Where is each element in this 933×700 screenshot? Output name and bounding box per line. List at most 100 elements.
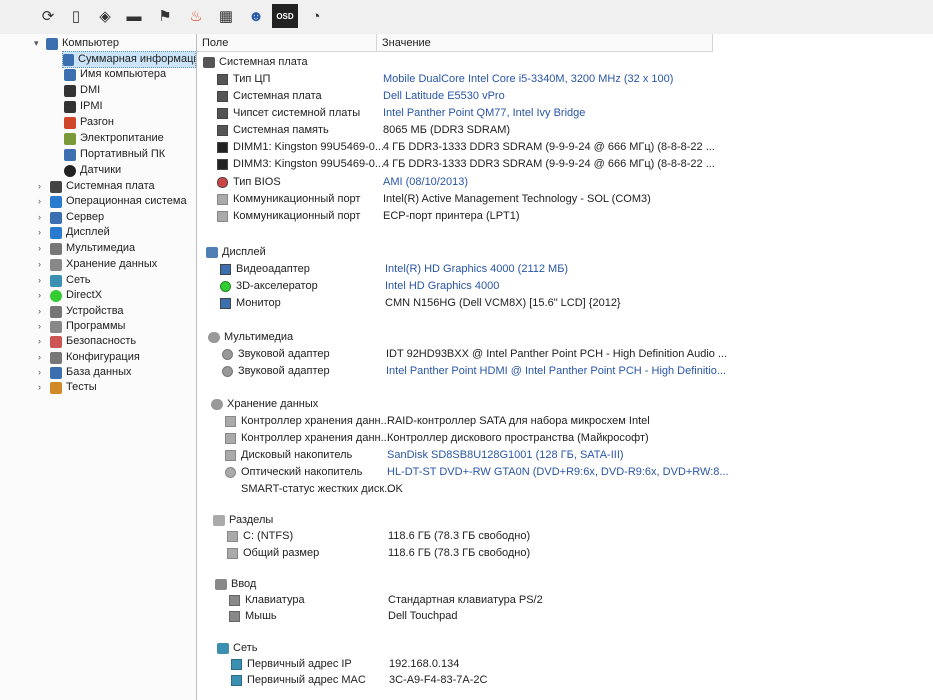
table-row[interactable]: Системная память 8065 МБ (DDR3 SDRAM) — [217, 122, 917, 138]
calendar-icon[interactable]: ▦ — [214, 4, 238, 28]
table-row[interactable]: Оптический накопитель HL-DT-ST DVD+-RW G… — [225, 464, 925, 480]
tree-item-programs[interactable]: › Программы — [38, 319, 125, 334]
expand-icon[interactable]: › — [38, 350, 48, 365]
table-row[interactable]: Звуковой адаптер Intel Panther Point HDM… — [222, 363, 922, 379]
shield-icon — [50, 335, 62, 348]
tree-item-power[interactable]: Электропитание — [64, 131, 164, 146]
field-value: Стандартная клавиатура PS/2 — [388, 594, 543, 606]
tree-item-sensors[interactable]: Датчики — [64, 163, 121, 178]
tree-item-summary[interactable]: Суммарная информация — [62, 51, 196, 68]
table-row[interactable]: Звуковой адаптер IDT 92HD93BXX @ Intel P… — [222, 346, 922, 362]
expand-icon[interactable]: › — [38, 380, 48, 395]
field-value[interactable]: Dell Latitude E5530 vPro — [383, 88, 505, 104]
field-value[interactable]: Intel(R) HD Graphics 4000 (2112 МБ) — [385, 261, 568, 277]
field-value[interactable]: Intel Panther Point QM77, Intel Ivy Brid… — [383, 105, 585, 121]
flame-icon[interactable]: ♨ — [184, 4, 208, 28]
expand-icon[interactable]: › — [38, 334, 48, 349]
user-icon[interactable]: ☻ — [244, 4, 268, 28]
expand-icon[interactable]: › — [38, 194, 48, 209]
table-row[interactable]: DIMM3: Kingston 99U5469-0... 4 ГБ DDR3-1… — [217, 156, 917, 172]
tree-item-overclock[interactable]: Разгон — [64, 115, 114, 130]
speed-icon[interactable]: ◔ — [304, 4, 328, 28]
tree-item-storage[interactable]: › Хранение данных — [38, 257, 157, 272]
table-row[interactable]: Контроллер хранения данн... Контроллер д… — [225, 430, 925, 446]
table-row[interactable]: Системная плата Dell Latitude E5530 vPro — [217, 88, 917, 104]
table-row[interactable]: Тип BIOS AMI (08/10/2013) — [217, 174, 917, 190]
collapse-icon[interactable]: ▾ — [34, 36, 44, 51]
motherboard-icon — [50, 180, 62, 193]
table-row[interactable]: Контроллер хранения данн... RAID-контрол… — [225, 413, 925, 429]
tree-item-computer[interactable]: ▾ Компьютер — [34, 36, 119, 51]
tree-item-label: Тесты — [66, 381, 97, 393]
tree-item-config[interactable]: › Конфигурация — [38, 350, 140, 365]
refresh-icon[interactable]: ⟳ — [36, 4, 60, 28]
tree-item-security[interactable]: › Безопасность — [38, 334, 136, 349]
table-row[interactable]: Клавиатура Стандартная клавиатура PS/2 — [229, 592, 929, 608]
xbox-icon — [220, 280, 231, 292]
report-icon[interactable]: ▯ — [64, 4, 88, 28]
table-row[interactable]: Первичный адрес MAC 3C-A9-F4-83-7A-2C — [231, 672, 931, 688]
column-header-value[interactable]: Значение — [377, 34, 713, 52]
tree-item-computer-name[interactable]: Имя компьютера — [64, 67, 166, 82]
table-row[interactable]: Коммуникационный порт ECP-порт принтера … — [217, 208, 917, 224]
tree-item-os[interactable]: › Операционная система — [38, 194, 187, 209]
osd-icon[interactable]: OSD — [272, 4, 298, 28]
table-row[interactable]: Мышь Dell Touchpad — [229, 608, 929, 624]
expand-icon[interactable]: › — [38, 225, 48, 240]
table-row[interactable]: Общий размер 118.6 ГБ (78.3 ГБ свободно) — [227, 545, 927, 561]
expand-icon[interactable]: › — [38, 257, 48, 272]
field-value[interactable]: Intel HD Graphics 4000 — [385, 278, 499, 294]
tree-item-tests[interactable]: › Тесты — [38, 380, 97, 395]
tree-item-motherboard[interactable]: › Системная плата — [38, 179, 155, 194]
table-row[interactable]: Монитор CMN N156HG (Dell VCM8X) [15.6" L… — [220, 295, 920, 311]
expand-icon[interactable]: › — [38, 304, 48, 319]
flag-icon[interactable]: ⚑ — [153, 4, 177, 28]
summary-icon — [63, 53, 75, 66]
expand-icon[interactable]: › — [38, 365, 48, 380]
tree-item-server[interactable]: › Сервер — [38, 210, 104, 225]
field-value[interactable]: Intel Panther Point HDMI @ Intel Panther… — [386, 363, 726, 379]
tree-item-ipmi[interactable]: IPMI — [64, 99, 103, 114]
table-row[interactable]: Чипсет системной платы Intel Panther Poi… — [217, 105, 917, 121]
table-row[interactable]: SMART-статус жестких диск... OK — [225, 481, 925, 497]
field-label: Общий размер — [243, 547, 320, 559]
table-row[interactable]: 3D-акселератор Intel HD Graphics 4000 — [220, 278, 920, 294]
field-value[interactable]: HL-DT-ST DVD+-RW GTA0N (DVD+R9:6x, DVD-R… — [387, 464, 729, 480]
tree-item-network[interactable]: › Сеть — [38, 273, 90, 288]
expand-icon[interactable]: › — [38, 273, 48, 288]
field-value[interactable]: AMI (08/10/2013) — [383, 174, 468, 190]
table-row[interactable]: C: (NTFS) 118.6 ГБ (78.3 ГБ свободно) — [227, 528, 927, 544]
tree-item-multimedia[interactable]: › Мультимедиа — [38, 241, 135, 256]
display-icon[interactable]: ▬ — [122, 4, 146, 28]
table-row[interactable]: Дисковый накопитель SanDisk SD8SB8U128G1… — [225, 447, 925, 463]
field-value[interactable]: SanDisk SD8SB8U128G1001 (128 ГБ, SATA-II… — [387, 447, 624, 463]
tree-item-database[interactable]: › База данных — [38, 365, 132, 380]
group-title: Мультимедиа — [224, 331, 294, 343]
expand-icon[interactable]: › — [38, 179, 48, 194]
tree-item-label: DirectX — [66, 289, 103, 301]
table-row[interactable]: Тип ЦП Mobile DualCore Intel Core i5-334… — [217, 71, 917, 87]
field-label: Коммуникационный порт — [233, 210, 361, 222]
tree-item-dmi[interactable]: DMI — [64, 83, 100, 98]
tree-item-portable[interactable]: Портативный ПК — [64, 147, 165, 162]
expand-icon[interactable]: › — [38, 241, 48, 256]
table-row[interactable]: Коммуникационный порт Intel(R) Active Ma… — [217, 191, 917, 207]
tree-item-label: Хранение данных — [66, 258, 158, 270]
column-header-field[interactable]: Поле — [197, 34, 377, 52]
tree-item-display[interactable]: › Дисплей — [38, 225, 110, 240]
display-icon — [206, 246, 218, 258]
optical-drive-icon — [225, 466, 236, 478]
table-row[interactable]: Видеоадаптер Intel(R) HD Graphics 4000 (… — [220, 261, 920, 277]
tree-item-label: Дисплей — [66, 226, 110, 238]
table-row[interactable]: DIMM1: Kingston 99U5469-0... 4 ГБ DDR3-1… — [217, 139, 917, 155]
expand-icon[interactable]: › — [38, 210, 48, 225]
table-row[interactable]: Первичный адрес IP 192.168.0.134 — [231, 656, 931, 672]
tree-item-devices[interactable]: › Устройства — [38, 304, 124, 319]
expand-icon[interactable]: › — [38, 288, 48, 303]
field-label: Системная плата — [233, 90, 322, 102]
keyboard-icon — [229, 594, 240, 606]
tree-item-directx[interactable]: › DirectX — [38, 288, 102, 303]
expand-icon[interactable]: › — [38, 319, 48, 334]
network-icon[interactable]: ◈ — [93, 4, 117, 28]
field-value[interactable]: Mobile DualCore Intel Core i5-3340M, 320… — [383, 71, 673, 87]
